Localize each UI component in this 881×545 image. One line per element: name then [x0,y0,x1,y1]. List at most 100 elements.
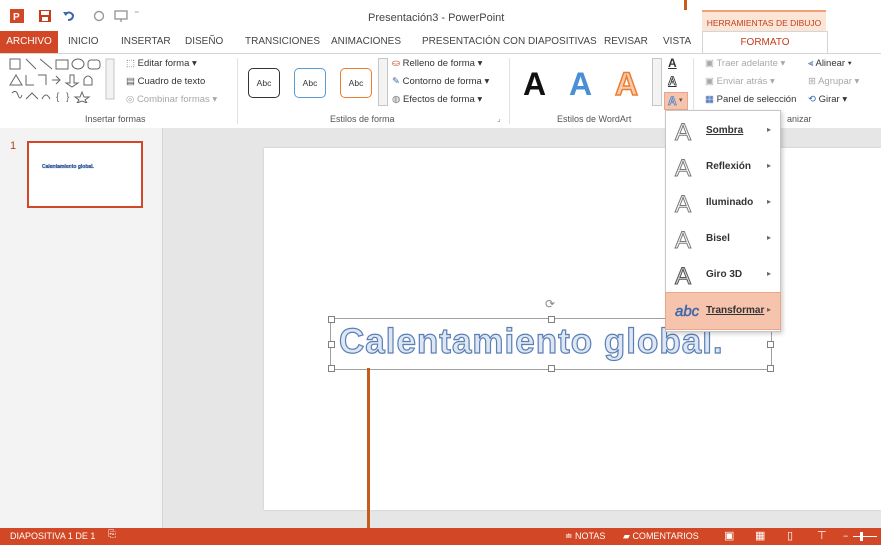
resize-handle[interactable] [328,365,335,372]
group-icon: ⊞ [808,76,816,87]
send-backward-button[interactable]: ▣ Enviar atrás ▾ [705,76,775,87]
shape-fill-button[interactable]: ⛀ Relleno de forma ▾ [392,58,482,69]
shape-style-1[interactable]: Abc [248,68,280,98]
rotate-button[interactable]: ⟲ Girar ▾ [808,94,847,105]
menu-item-giro-3d[interactable]: A Giro 3D ▸ [666,257,780,293]
tab-inicio[interactable]: INICIO [68,36,99,47]
menu-item-bisel[interactable]: A Bisel ▸ [666,221,780,257]
undo-icon[interactable] [62,9,76,23]
tab-formato[interactable]: FORMATO [702,31,828,54]
effects-icon: ◍ [392,94,401,105]
start-presentation-icon[interactable] [114,9,128,23]
chevron-right-icon: ▸ [766,197,771,206]
paint-bucket-icon: ⛀ [392,58,400,69]
callout-line-bottom [367,368,370,545]
wordart-style-1[interactable]: A [523,66,546,103]
normal-view-icon[interactable]: ▣ [724,529,734,542]
wordart-more-button[interactable] [652,58,662,106]
slide-thumbnail-pane: 1 Calentamiento global. [0,128,163,528]
shape-styles-more-button[interactable] [378,58,388,106]
chevron-right-icon: ▸ [766,233,771,242]
wordart-styles-group-label: Estilos de WordArt [557,114,632,124]
selection-pane-button[interactable]: ▦ Panel de selección [705,94,796,105]
shape-effects-button[interactable]: ◍ Efectos de forma ▾ [392,94,482,105]
chevron-down-icon: ▾ [679,97,683,104]
powerpoint-logo-icon: P [10,9,24,23]
menu-item-iluminado[interactable]: A Iluminado ▸ [666,185,780,221]
shape-outline-button[interactable]: ✎ Contorno de forma ▾ [392,76,489,87]
resize-handle[interactable] [328,341,335,348]
text-effects-menu: A Sombra ▸ A Reflexión ▸ A Iluminado ▸ A… [665,110,781,332]
svg-text:P: P [13,12,20,23]
menu-item-sombra[interactable]: A Sombra ▸ [666,113,780,149]
dialog-launcher-icon[interactable]: ⌟ [497,114,501,123]
text-effects-button[interactable]: A ▾ [664,92,688,110]
slide-thumbnail[interactable]: Calentamiento global. [27,141,143,208]
comments-button[interactable]: ▰ COMENTARIOS [623,531,699,542]
merge-shapes-button[interactable]: ◎ Combinar formas ▾ [126,94,217,105]
thumbnail-text: Calentamiento global. [42,164,94,170]
separator [509,58,510,124]
tab-diseno[interactable]: DISEÑO [185,36,223,47]
tab-insertar[interactable]: INSERTAR [121,36,171,47]
glow-effect-icon: A [674,191,692,219]
bevel-effect-icon: A [674,227,692,255]
resize-handle[interactable] [767,365,774,372]
shadow-effect-icon: A [674,119,692,147]
text-box-button[interactable]: ▤ Cuadro de texto [126,76,205,87]
chevron-right-icon: ▸ [766,161,771,170]
menu-item-transformar[interactable]: abc Transformar ▸ [665,292,781,330]
bring-forward-icon: ▣ [705,58,714,69]
tab-presentacion[interactable]: PRESENTACIÓN CON DIAPOSITIVAS [422,36,597,47]
edit-shape-icon: ⬚ [126,58,135,69]
wordart-style-2[interactable]: A [569,66,592,103]
callout-line-top [684,0,687,10]
svg-text:}: } [66,92,70,103]
tab-revisar[interactable]: REVISAR [604,36,648,47]
chevron-right-icon: ▸ [766,305,771,314]
customize-qat-icon[interactable]: ⁼ [134,9,139,20]
zoom-slider-thumb[interactable] [860,532,863,541]
resize-handle[interactable] [767,341,774,348]
text-box-icon: ▤ [126,76,135,87]
edit-shape-button[interactable]: ⬚ Editar forma ▾ [126,58,197,69]
reading-view-icon[interactable]: ▯ [787,529,793,542]
reflection-effect-icon: A [674,155,692,183]
comment-icon: ▰ [623,531,630,541]
chevron-right-icon: ▸ [766,125,771,134]
selection-pane-icon: ▦ [705,94,714,105]
slideshow-view-icon[interactable]: ⊤ [817,529,827,542]
insert-shapes-group-label: Insertar formas [85,114,146,124]
slide-sorter-view-icon[interactable]: ▦ [755,529,765,542]
resize-handle[interactable] [328,316,335,323]
shapes-gallery[interactable]: { } [8,57,116,103]
wordart-style-3[interactable]: A [614,65,639,103]
rotate-handle-icon[interactable]: ⟳ [545,297,555,311]
rotation-3d-effect-icon: A [674,263,692,291]
resize-handle[interactable] [548,365,555,372]
send-backward-icon: ▣ [705,76,714,87]
zoom-slider[interactable] [853,536,877,537]
shape-style-2[interactable]: Abc [294,68,326,98]
tab-transiciones[interactable]: TRANSICIONES [245,36,320,47]
align-button[interactable]: ⫷ Alinear ▾ [808,58,852,69]
arrange-group-label: anizar [787,114,812,124]
zoom-out-icon[interactable]: − [843,531,848,541]
bring-forward-button[interactable]: ▣ Traer adelante ▾ [705,58,785,69]
redo-icon[interactable] [92,9,106,23]
resize-handle[interactable] [548,316,555,323]
separator [237,58,238,124]
notes-button[interactable]: ≐ NOTAS [565,531,605,542]
tab-animaciones[interactable]: ANIMACIONES [331,36,401,47]
save-icon[interactable] [38,9,52,23]
tab-vista[interactable]: VISTA [663,36,691,47]
shape-style-3[interactable]: Abc [340,68,372,98]
group-button[interactable]: ⊞ Agrupar ▾ [808,76,859,87]
text-fill-icon[interactable]: A [668,56,677,70]
menu-item-reflexion[interactable]: A Reflexión ▸ [666,149,780,185]
tab-archivo[interactable]: ARCHIVO [0,31,58,53]
text-outline-icon[interactable]: A [668,74,677,89]
spellcheck-icon[interactable]: ⎘ [108,529,116,540]
window-title: Presentación3 - PowerPoint [368,12,505,24]
svg-text:{: { [56,92,60,103]
